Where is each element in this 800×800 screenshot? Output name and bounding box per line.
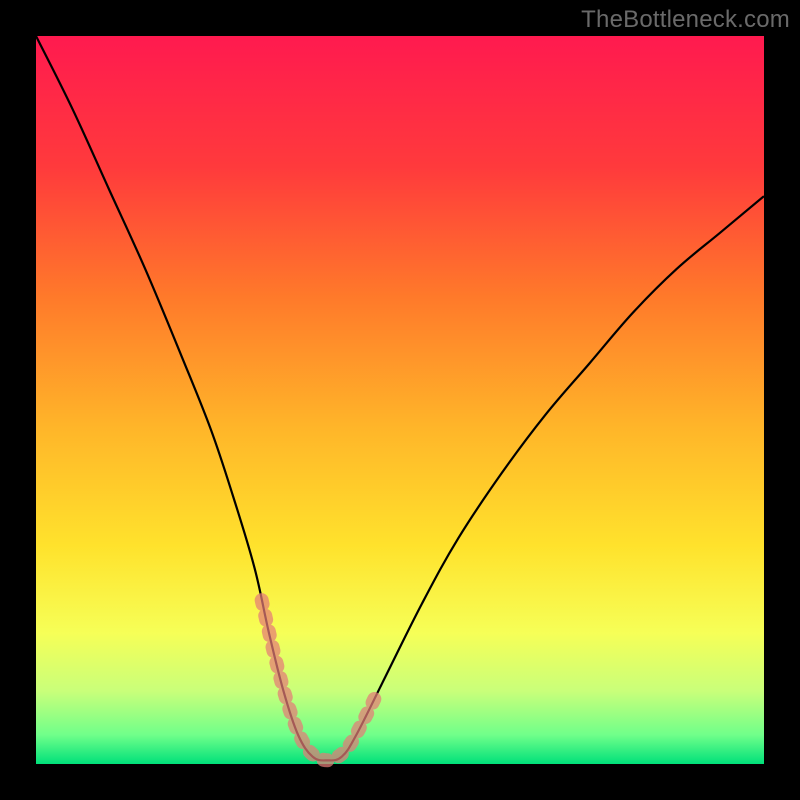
chart-frame: TheBottleneck.com <box>0 0 800 800</box>
marker-band <box>262 600 378 760</box>
chart-svg <box>36 36 764 764</box>
bottleneck-curve <box>36 36 764 760</box>
watermark-text: TheBottleneck.com <box>581 6 790 34</box>
plot-area <box>36 36 764 764</box>
